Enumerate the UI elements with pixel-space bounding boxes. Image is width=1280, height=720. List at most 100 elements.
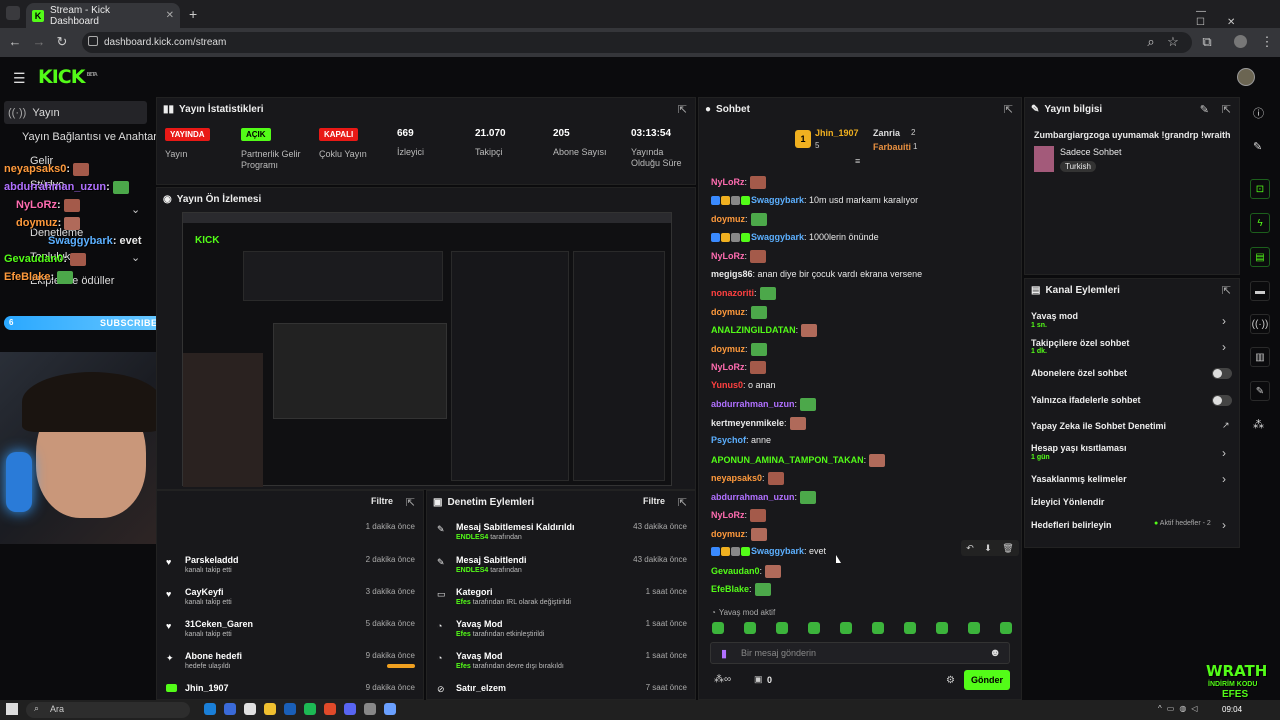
browser-tab[interactable]: K Stream - Kick Dashboard ✕ bbox=[26, 3, 180, 28]
chat-message[interactable]: Swaggybark: 1000lerin önünde bbox=[711, 232, 879, 242]
chat-message[interactable]: abdurrahman_uzun: bbox=[711, 490, 817, 504]
action-goals[interactable]: Hedefleri belirleyin bbox=[1031, 520, 1112, 530]
action-raid[interactable]: İzleyici Yönlendir bbox=[1031, 497, 1104, 507]
chat-settings-icon[interactable]: ⚙ bbox=[946, 675, 955, 686]
taskbar-app-icon[interactable] bbox=[224, 703, 236, 715]
chat-username[interactable]: doymuz bbox=[711, 214, 745, 224]
taskbar-app-icon[interactable] bbox=[344, 703, 356, 715]
lightning-icon[interactable]: ϟ bbox=[1250, 213, 1270, 233]
chat-icon[interactable]: ▬ bbox=[1250, 281, 1270, 301]
quick-emote-icon[interactable] bbox=[1000, 622, 1012, 634]
chat-username[interactable]: APONUN_AMINA_TAMPON_TAKAN bbox=[711, 454, 864, 464]
pencil-icon[interactable]: ✎ bbox=[1253, 140, 1262, 153]
chat-message[interactable]: Swaggybark: evet bbox=[711, 546, 826, 557]
sidebar-item-stream-key[interactable]: Yayın Bağlantısı ve Anahtarı bbox=[22, 131, 160, 143]
tab-search-icon[interactable] bbox=[6, 6, 20, 20]
extensions-icon[interactable]: ⧉ bbox=[1198, 34, 1216, 50]
chat-username[interactable]: abdurrahman_uzun bbox=[711, 491, 795, 501]
broadcast-icon[interactable]: ((·)) bbox=[1250, 314, 1270, 334]
top-gifter-1[interactable]: Jhin_1907 bbox=[815, 128, 859, 138]
action-ai-moderation[interactable]: Yapay Zeka ile Sohbet Denetimi bbox=[1031, 421, 1166, 431]
chat-username[interactable]: NyLoRz bbox=[711, 362, 745, 372]
reload-icon[interactable]: ↻ bbox=[53, 34, 71, 50]
action-banned-words[interactable]: Yasaklanmış kelimeler bbox=[1031, 474, 1127, 484]
expand-icon[interactable]: ⇱ bbox=[1004, 103, 1013, 116]
chat-message[interactable]: EfeBlake: bbox=[711, 583, 771, 596]
profile-avatar[interactable] bbox=[1234, 35, 1247, 48]
taskbar-app-icon[interactable] bbox=[244, 703, 256, 715]
screen-share-icon[interactable]: ⊡ bbox=[1250, 179, 1270, 199]
chat-message[interactable]: Swaggybark: 10m usd markamı karalıyor bbox=[711, 195, 918, 205]
window-controls[interactable]: —☐✕ bbox=[1196, 6, 1280, 28]
chat-username[interactable]: megigs86 bbox=[711, 269, 753, 279]
zoom-icon[interactable]: ⌕ bbox=[1142, 34, 1160, 50]
chat-username[interactable]: nonazoriti bbox=[711, 288, 754, 298]
reply-icon[interactable]: ↶ bbox=[966, 543, 974, 554]
expand-icon[interactable]: ⇱ bbox=[1222, 103, 1231, 116]
quick-emote-icon[interactable] bbox=[936, 622, 948, 634]
chat-message[interactable]: NyLoRz: bbox=[711, 509, 767, 522]
send-button[interactable]: Gönder bbox=[964, 670, 1010, 690]
taskbar-app-icon[interactable] bbox=[384, 703, 396, 715]
chat-message[interactable]: NyLoRz: bbox=[711, 250, 767, 263]
bookmark-star-icon[interactable]: ☆ bbox=[1164, 34, 1182, 50]
clipboard-icon[interactable]: ▤ bbox=[1250, 247, 1270, 267]
taskbar-app-icon[interactable] bbox=[284, 703, 296, 715]
chat-message[interactable]: neyapsaks0: bbox=[711, 472, 784, 485]
expand-icon[interactable]: ⇱ bbox=[1222, 284, 1231, 297]
tools-icon[interactable]: ✎ bbox=[1250, 381, 1270, 401]
chat-username[interactable]: abdurrahman_uzun bbox=[711, 399, 795, 409]
quick-emote-icon[interactable] bbox=[904, 622, 916, 634]
back-icon[interactable]: ← bbox=[6, 34, 24, 49]
chat-message[interactable]: doymuz: bbox=[711, 342, 767, 356]
chat-username[interactable]: EfeBlake bbox=[711, 584, 749, 594]
chat-username[interactable]: Swaggybark bbox=[751, 195, 804, 205]
hamburger-menu-icon[interactable]: ☰ bbox=[13, 70, 26, 87]
taskbar-app-icon[interactable] bbox=[264, 703, 276, 715]
subs-only-toggle[interactable] bbox=[1212, 368, 1232, 379]
chat-username[interactable]: Swaggybark bbox=[751, 232, 804, 242]
category-thumbnail[interactable] bbox=[1034, 146, 1054, 172]
new-tab-icon[interactable]: + bbox=[189, 6, 197, 22]
chat-username[interactable]: Yunus0 bbox=[711, 380, 743, 390]
mod-filter-button[interactable]: Filtre bbox=[643, 496, 665, 506]
top-gifter-3[interactable]: Farbauiti bbox=[873, 142, 911, 152]
sidebar-item-yayin[interactable]: ((·)) Yayın bbox=[8, 107, 60, 119]
info-icon[interactable]: ⓘ bbox=[1253, 105, 1264, 121]
quick-emote-icon[interactable] bbox=[744, 622, 756, 634]
close-tab-icon[interactable]: ✕ bbox=[166, 10, 174, 21]
taskbar-app-icon[interactable] bbox=[204, 703, 216, 715]
chat-message[interactable]: megigs86: anan diye bir çocuk vardı ekra… bbox=[711, 269, 922, 279]
chat-username[interactable]: Swaggybark bbox=[751, 546, 804, 556]
delete-icon[interactable]: 🗑 bbox=[1002, 543, 1013, 554]
activity-filter-button[interactable]: Filtre bbox=[371, 496, 393, 506]
action-subs-only[interactable]: Abonelere özel sohbet bbox=[1031, 368, 1127, 378]
chat-message[interactable]: APONUN_AMINA_TAMPON_TAKAN: bbox=[711, 453, 886, 467]
layout-icon[interactable]: ▥ bbox=[1250, 347, 1270, 367]
forward-icon[interactable]: → bbox=[30, 34, 48, 49]
system-tray[interactable]: ^▭◍◁ bbox=[1158, 704, 1202, 713]
chat-message[interactable]: NyLoRz: bbox=[711, 176, 767, 189]
taskbar-app-icon[interactable] bbox=[304, 703, 316, 715]
chat-input[interactable]: ▮ Bir mesaj gönderin ☻ bbox=[710, 642, 1010, 664]
quick-emote-icon[interactable] bbox=[808, 622, 820, 634]
quick-emote-icon[interactable] bbox=[968, 622, 980, 634]
chat-message[interactable]: Psychof: anne bbox=[711, 435, 771, 445]
chat-username[interactable]: NyLoRz bbox=[711, 510, 745, 520]
action-account-age[interactable]: Hesap yaşı kısıtlaması bbox=[1031, 443, 1127, 453]
user-avatar[interactable] bbox=[1237, 68, 1255, 86]
quick-emote-icon[interactable] bbox=[776, 622, 788, 634]
edit-pencil-icon[interactable]: ✎ bbox=[1200, 103, 1209, 116]
chat-message[interactable]: Yunus0: o anan bbox=[711, 380, 776, 390]
expand-icon[interactable]: ⇱ bbox=[678, 103, 687, 116]
expand-icon[interactable]: ⇱ bbox=[406, 496, 415, 509]
chat-message[interactable]: NyLoRz: bbox=[711, 361, 767, 374]
quick-emote-icon[interactable] bbox=[712, 622, 724, 634]
chat-username[interactable]: neyapsaks0 bbox=[711, 473, 762, 483]
chat-message[interactable]: Gevaudan0: bbox=[711, 564, 782, 578]
quick-emote-icon[interactable] bbox=[840, 622, 852, 634]
action-followers-only[interactable]: Takipçilere özel sohbet bbox=[1031, 338, 1129, 348]
site-info-icon[interactable] bbox=[88, 36, 98, 46]
emoji-icon[interactable]: ☻ bbox=[989, 647, 1001, 659]
top-gifter-2[interactable]: Zanria bbox=[873, 128, 900, 138]
